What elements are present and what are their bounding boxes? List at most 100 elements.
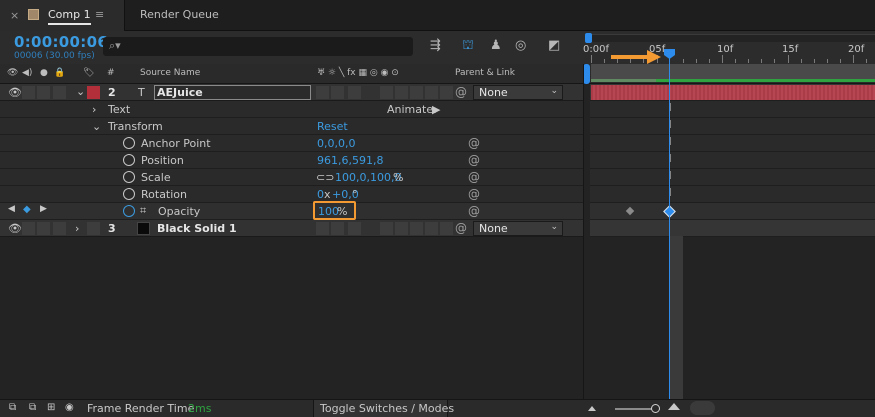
- next-keyframe-icon[interactable]: ▶: [40, 204, 47, 214]
- graph-editor-icon[interactable]: ◩: [548, 38, 560, 53]
- video-switch-header-icon[interactable]: 👁: [7, 68, 18, 78]
- zoom-in-icon[interactable]: [668, 403, 680, 410]
- time-navigator-start-handle[interactable]: [585, 33, 592, 43]
- time-navigator-bar[interactable]: [588, 34, 875, 42]
- property-row-rotation[interactable]: Rotation 0 x +0,0 ° @: [0, 186, 583, 203]
- motion-blur-switch[interactable]: [410, 86, 423, 99]
- rotation-revolutions-value[interactable]: 0: [317, 188, 324, 201]
- pick-whip-icon[interactable]: @: [468, 170, 480, 184]
- audio-switch[interactable]: [22, 222, 35, 235]
- pick-whip-icon[interactable]: @: [468, 204, 480, 218]
- parent-dropdown[interactable]: None ⌄: [473, 85, 563, 100]
- lock-switch[interactable]: [53, 222, 66, 235]
- comp-mini-flowchart-icon[interactable]: ⇶: [430, 38, 441, 53]
- scale-value[interactable]: 100,0,100,0: [335, 171, 401, 184]
- animate-menu-icon[interactable]: ▶: [432, 103, 440, 116]
- current-time-display[interactable]: 0:00:00:06: [14, 33, 108, 51]
- solo-switch[interactable]: [37, 86, 50, 99]
- expand-chevron-icon[interactable]: ›: [92, 103, 96, 116]
- property-group-transform[interactable]: ⌄ Transform Reset: [0, 118, 583, 135]
- layer-row-aejuice[interactable]: 👁 ⌄ 2 T AEJuice @ None ⌄: [0, 84, 583, 101]
- shy-layers-icon[interactable]: ♟: [490, 38, 502, 53]
- position-value[interactable]: 961,6,591,8: [317, 154, 383, 167]
- add-keyframe-icon[interactable]: ◆: [23, 204, 31, 215]
- motion-blur-icon[interactable]: ◎: [515, 38, 526, 53]
- current-time-indicator-line[interactable]: [669, 56, 670, 399]
- stopwatch-active-icon[interactable]: [123, 205, 135, 217]
- layer-number-header[interactable]: #: [107, 68, 115, 78]
- label-color-swatch[interactable]: [87, 222, 100, 235]
- panel-menu-icon[interactable]: ≡: [95, 8, 104, 21]
- stopwatch-icon[interactable]: [123, 154, 135, 166]
- toggle-switches-modes-button[interactable]: Toggle Switches / Modes: [313, 400, 454, 417]
- effect-switch[interactable]: [380, 86, 393, 99]
- pick-whip-icon[interactable]: @: [468, 153, 480, 167]
- work-area-bar[interactable]: [591, 64, 875, 79]
- parent-link-header[interactable]: Parent & Link: [455, 68, 515, 78]
- previous-keyframe-icon[interactable]: ◀: [8, 204, 15, 214]
- pick-whip-icon[interactable]: @: [455, 221, 467, 235]
- source-name-header[interactable]: Source Name: [140, 68, 200, 78]
- layer-name[interactable]: Black Solid 1: [157, 222, 237, 235]
- panel-divider[interactable]: [583, 64, 584, 399]
- modes-pane-icon[interactable]: ⧉: [29, 402, 36, 413]
- layer-switches-header-icons[interactable]: ♅ ☼ ╲ fx ▦ ◎ ◉ ⊙: [317, 68, 399, 78]
- quality-switch[interactable]: [348, 222, 361, 235]
- lock-switch-header-icon[interactable]: 🔒: [54, 68, 65, 78]
- stopwatch-icon[interactable]: [123, 188, 135, 200]
- layer-switches-pane-icon[interactable]: ⧉: [9, 402, 16, 413]
- adjustment-switch[interactable]: [425, 86, 438, 99]
- property-row-anchor-point[interactable]: Anchor Point 0,0,0,0 @: [0, 135, 583, 152]
- collapse-chevron-icon[interactable]: ⌄: [76, 85, 85, 98]
- expand-chevron-icon[interactable]: ›: [75, 222, 79, 235]
- 3d-layer-switch[interactable]: [440, 86, 453, 99]
- property-row-scale[interactable]: Scale ⊂⊃ 100,0,100,0 % @: [0, 169, 583, 186]
- audio-switch[interactable]: [22, 86, 35, 99]
- property-row-position[interactable]: Position 961,6,591,8 @: [0, 152, 583, 169]
- shy-switch[interactable]: [316, 86, 329, 99]
- collapse-chevron-icon[interactable]: ⌄: [92, 120, 101, 133]
- layer-name[interactable]: AEJuice: [157, 86, 203, 99]
- solo-switch[interactable]: [37, 222, 50, 235]
- label-header-icon[interactable]: 🏷: [83, 68, 94, 78]
- frame-blend-switch[interactable]: [395, 222, 408, 235]
- timeline-zoom-handle[interactable]: [583, 64, 590, 84]
- layer-search-input[interactable]: ⌕▾: [103, 37, 413, 56]
- quality-switch[interactable]: [348, 86, 361, 99]
- collapse-switch[interactable]: [331, 86, 344, 99]
- stopwatch-icon[interactable]: [123, 171, 135, 183]
- render-time-pane-icon[interactable]: ◉: [65, 402, 74, 413]
- video-visibility-icon[interactable]: 👁: [8, 222, 22, 235]
- pick-whip-icon[interactable]: @: [468, 187, 480, 201]
- transform-reset-link[interactable]: Reset: [317, 120, 348, 133]
- lock-switch[interactable]: [53, 86, 66, 99]
- stopwatch-icon[interactable]: [123, 137, 135, 149]
- shy-switch[interactable]: [316, 222, 329, 235]
- solo-switch-header-icon[interactable]: ●: [40, 68, 48, 78]
- close-tab-icon[interactable]: ×: [10, 9, 19, 22]
- video-visibility-icon[interactable]: 👁: [8, 86, 22, 99]
- pick-whip-icon[interactable]: @: [468, 136, 480, 150]
- pick-whip-icon[interactable]: @: [455, 85, 467, 99]
- property-group-text[interactable]: › Text Animate: ▶: [0, 101, 583, 118]
- in-out-pane-icon[interactable]: ⊞: [47, 402, 55, 413]
- frame-blend-switch[interactable]: [395, 86, 408, 99]
- tab-comp-1[interactable]: × Comp 1 ≡: [0, 0, 125, 31]
- audio-switch-header-icon[interactable]: ◀): [22, 68, 32, 78]
- zoom-out-icon[interactable]: [588, 406, 596, 411]
- 3d-layer-switch[interactable]: [440, 222, 453, 235]
- zoom-slider-knob[interactable]: [651, 404, 660, 413]
- property-row-opacity[interactable]: ◀ ◆ ▶ ⌗ Opacity 100 % @: [0, 203, 583, 220]
- layer-row-black-solid-1[interactable]: 👁 › 3 Black Solid 1 @ None ⌄: [0, 220, 583, 237]
- parent-dropdown[interactable]: None ⌄: [473, 221, 563, 236]
- graph-icon[interactable]: ⌗: [140, 204, 146, 218]
- effect-switch[interactable]: [380, 222, 393, 235]
- track-layer-black-solid-1[interactable]: [590, 220, 875, 237]
- draft-3d-icon[interactable]: ⛫: [462, 38, 474, 55]
- label-color-swatch[interactable]: [87, 86, 100, 99]
- timeline-scroll-thumb[interactable]: [690, 401, 715, 415]
- constrain-proportions-icon[interactable]: ⊂⊃: [316, 171, 334, 184]
- motion-blur-switch[interactable]: [410, 222, 423, 235]
- layer-duration-bar-aejuice[interactable]: [591, 85, 875, 100]
- collapse-switch[interactable]: [331, 222, 344, 235]
